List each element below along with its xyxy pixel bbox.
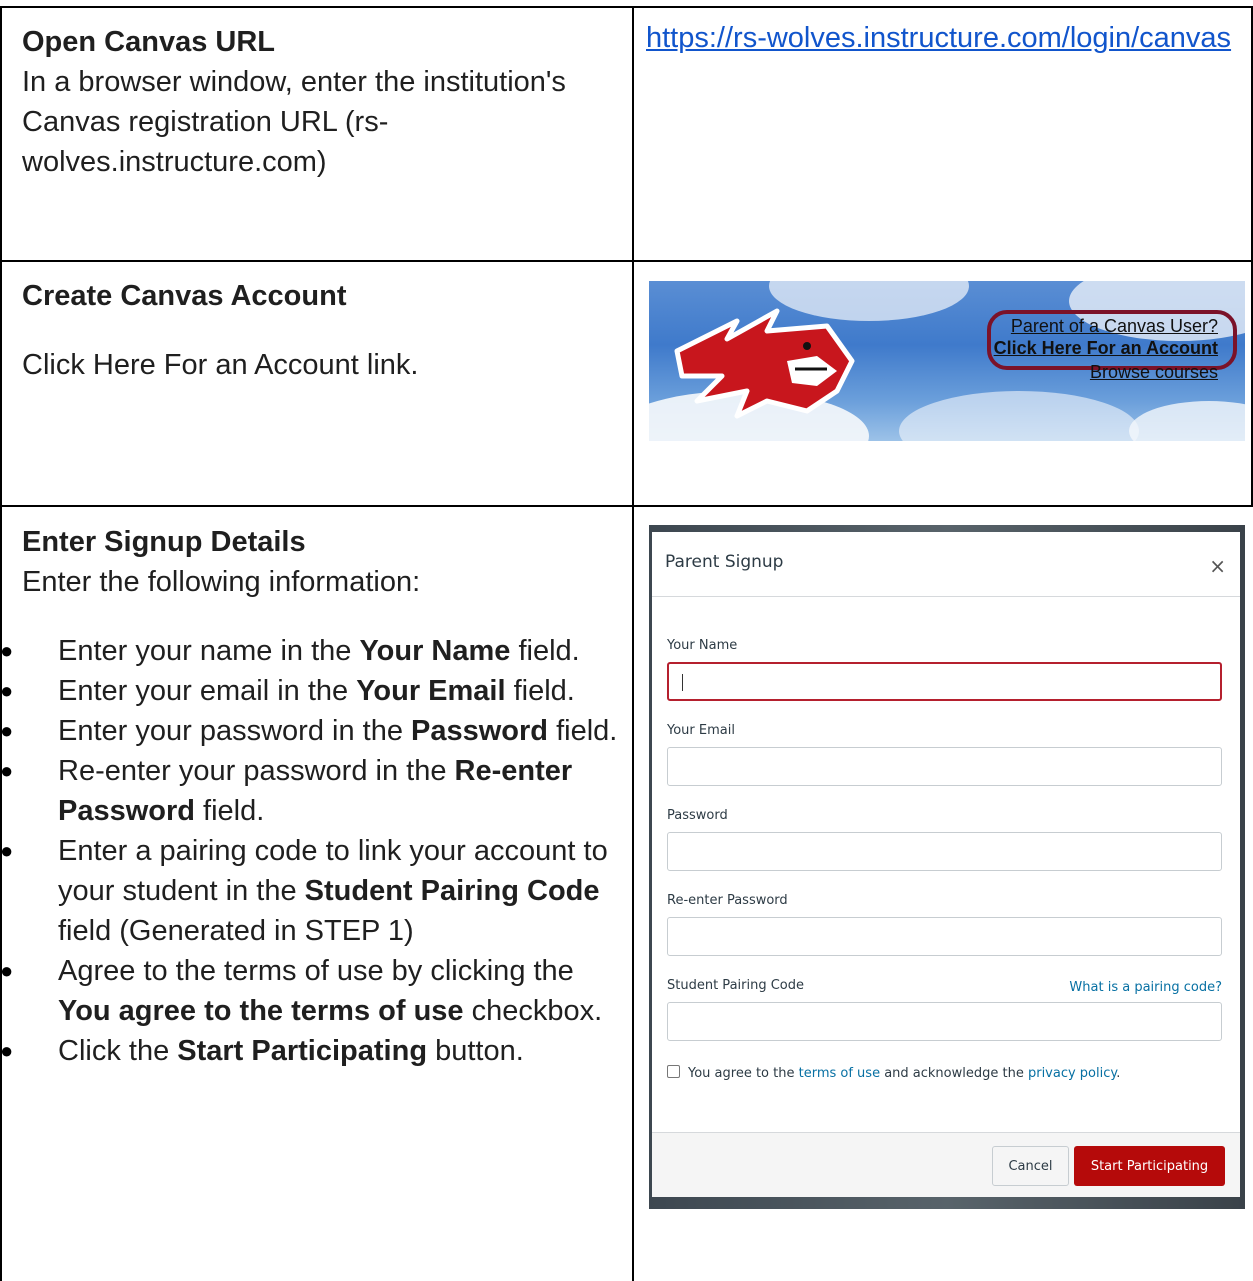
row-divider-1 <box>0 260 1253 262</box>
step-description: Enter the following information: <box>22 566 421 598</box>
row-create-account: Create Canvas Account Click Here For an … <box>22 276 622 385</box>
password-label: Password <box>667 808 728 823</box>
step-heading: Enter Signup Details <box>22 526 306 558</box>
table-top-border <box>0 6 1253 8</box>
step-heading: Create Canvas Account <box>22 280 347 312</box>
row-divider-2 <box>0 505 1253 507</box>
row-open-url: Open Canvas URL In a browser window, ent… <box>22 22 622 182</box>
dialog-header: Parent Signup × <box>652 532 1240 597</box>
step-description: In a browser window, enter the instituti… <box>22 66 566 178</box>
list-item: Agree to the terms of use by clicking th… <box>0 951 620 1031</box>
wolf-logo-icon <box>674 308 855 419</box>
list-item: Enter a pairing code to link your accoun… <box>0 831 620 951</box>
canvas-login-url-link[interactable]: https://rs-wolves.instructure.com/login/… <box>646 22 1231 55</box>
terms-of-use-link[interactable]: terms of use <box>799 1066 880 1081</box>
banner-links: Parent of a Canvas User? Click Here For … <box>994 315 1218 383</box>
dialog-title: Parent Signup <box>665 552 784 572</box>
signup-steps-list: Enter your name in the Your Name field. … <box>0 631 620 1071</box>
start-participating-button[interactable]: Start Participating <box>1074 1146 1225 1186</box>
text-caret <box>682 674 683 691</box>
reenter-password-label: Re-enter Password <box>667 893 788 908</box>
your-email-input[interactable] <box>667 747 1222 786</box>
privacy-policy-link[interactable]: privacy policy <box>1028 1066 1116 1081</box>
row-signup-details: Enter Signup Details Enter the following… <box>22 522 622 602</box>
column-divider <box>632 6 634 1281</box>
list-item: Enter your email in the Your Email field… <box>0 671 620 711</box>
list-item: Enter your password in the Password fiel… <box>0 711 620 751</box>
your-name-label: Your Name <box>667 638 738 653</box>
your-email-label: Your Email <box>667 723 735 738</box>
list-item: Re-enter your password in the Re-enter P… <box>0 751 620 831</box>
click-here-for-account-link[interactable]: Click Here For an Account <box>994 337 1218 359</box>
student-pairing-code-label: Student Pairing Code <box>667 978 805 993</box>
parent-signup-dialog: Parent Signup × Your Name Your Email Pas… <box>652 532 1240 1197</box>
cancel-button[interactable]: Cancel <box>992 1146 1069 1186</box>
terms-agreement: You agree to the terms of use and acknow… <box>667 1065 1120 1081</box>
step-description: Click Here For an Account link. <box>22 349 419 381</box>
reenter-password-input[interactable] <box>667 917 1222 956</box>
password-input[interactable] <box>667 832 1222 871</box>
your-name-input[interactable] <box>667 662 1222 701</box>
parent-of-canvas-user-link[interactable]: Parent of a Canvas User? <box>994 315 1218 337</box>
list-item: Enter your name in the Your Name field. <box>0 631 620 671</box>
canvas-login-banner: Parent of a Canvas User? Click Here For … <box>649 281 1245 441</box>
close-icon[interactable]: × <box>1209 554 1226 578</box>
pairing-code-help-link[interactable]: What is a pairing code? <box>1069 980 1222 995</box>
step-heading: Open Canvas URL <box>22 26 275 58</box>
list-item: Click the Start Participating button. <box>0 1031 620 1071</box>
browse-courses-link[interactable]: Browse courses <box>994 361 1218 383</box>
student-pairing-code-input[interactable] <box>667 1002 1222 1041</box>
dialog-footer: Cancel Start Participating <box>652 1132 1240 1197</box>
terms-checkbox[interactable] <box>667 1065 680 1078</box>
